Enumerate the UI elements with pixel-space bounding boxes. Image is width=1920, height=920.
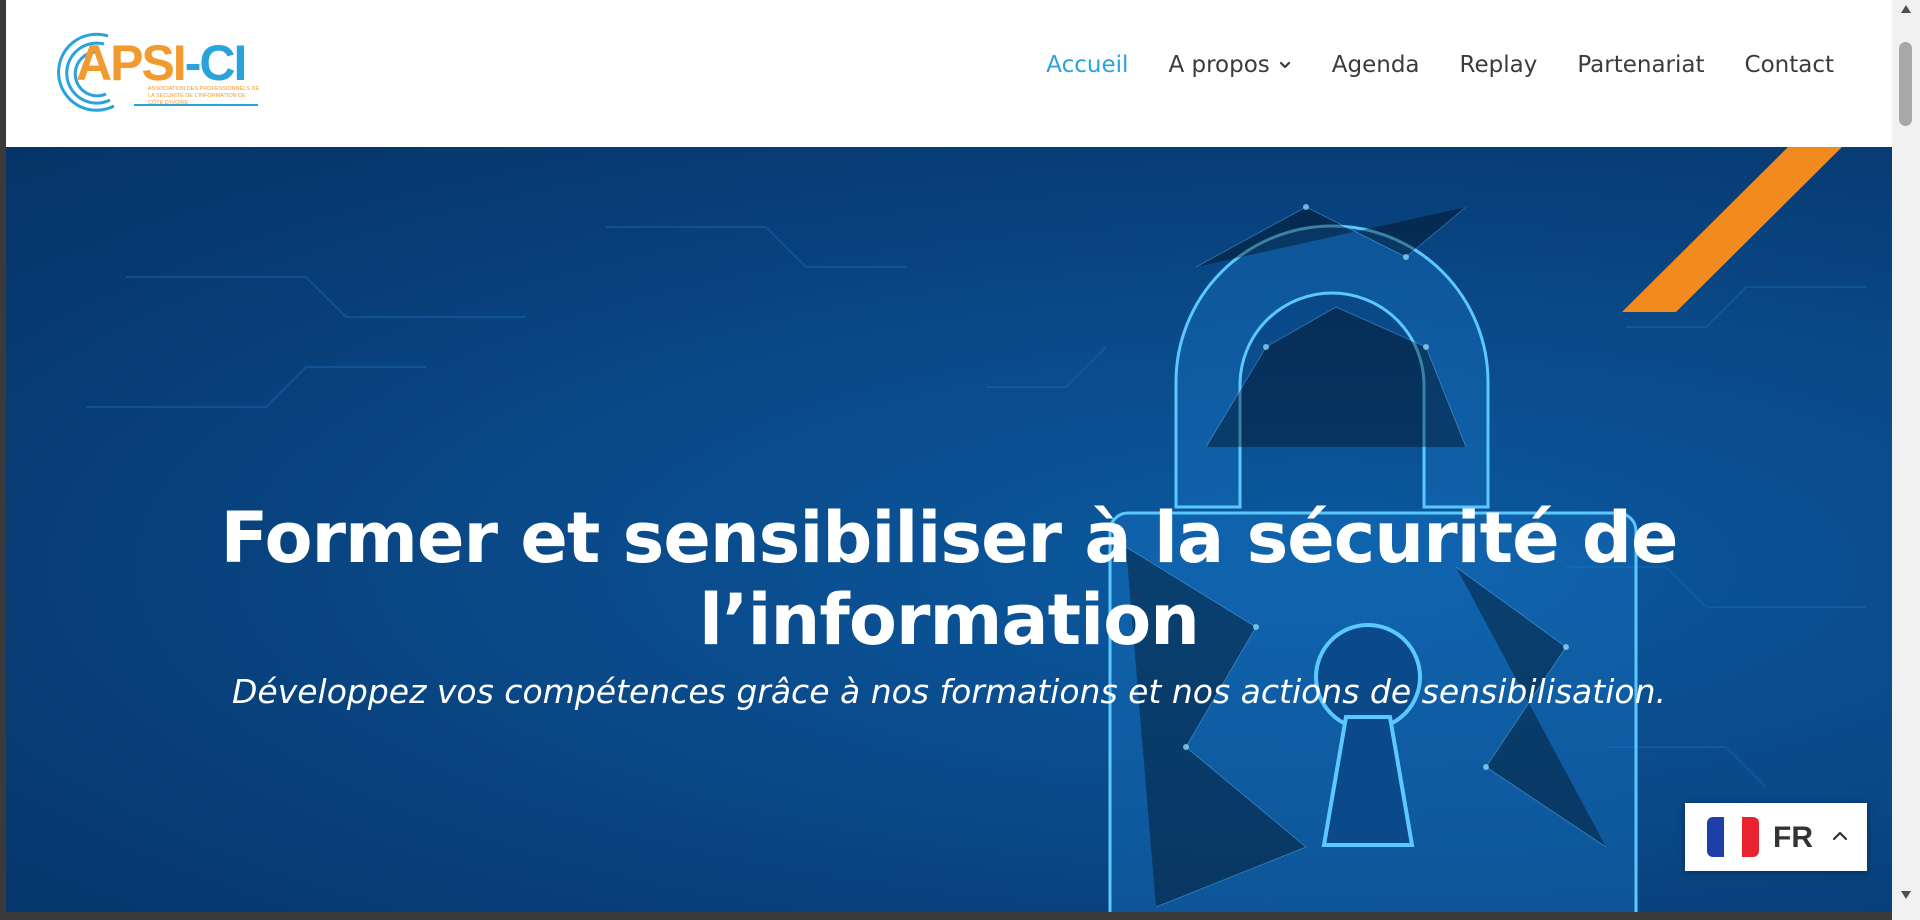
nav-item-label: Agenda bbox=[1331, 52, 1420, 78]
nav-item-replay[interactable]: Replay bbox=[1440, 52, 1558, 78]
language-code: FR bbox=[1773, 821, 1813, 854]
nav-item-a-propos[interactable]: A propos bbox=[1148, 52, 1311, 78]
page-viewport: APSI-CI Association des professionnels d… bbox=[6, 0, 1892, 912]
hero-title-line1: Former et sensibiliser à la sécurité de bbox=[220, 497, 1678, 579]
nav-item-label: Partenariat bbox=[1577, 52, 1705, 78]
logo-wordmark-ci: CI bbox=[199, 35, 247, 91]
site-logo[interactable]: APSI-CI Association des professionnels d… bbox=[46, 22, 266, 122]
logo-wordmark: APSI-CI bbox=[76, 35, 247, 91]
hero-title: Former et sensibiliser à la sécurité de … bbox=[6, 497, 1892, 661]
nav-item-label: Contact bbox=[1744, 52, 1834, 78]
logo-underline bbox=[134, 104, 258, 106]
scroll-down-arrow-icon[interactable] bbox=[1900, 890, 1912, 900]
scroll-up-arrow-icon[interactable] bbox=[1900, 4, 1912, 14]
france-flag-icon bbox=[1707, 817, 1759, 857]
scrollbar-thumb[interactable] bbox=[1899, 42, 1912, 126]
hero-title-line2: l’information bbox=[698, 579, 1200, 661]
site-header: APSI-CI Association des professionnels d… bbox=[6, 0, 1892, 147]
nav-item-label: A propos bbox=[1168, 52, 1270, 78]
hero-subtitle: Développez vos compétences grâce à nos f… bbox=[231, 672, 1666, 711]
nav-item-accueil[interactable]: Accueil bbox=[1026, 52, 1148, 78]
language-switcher[interactable]: FR bbox=[1685, 803, 1867, 871]
main-nav: Accueil A propos Agenda Replay Partenari… bbox=[1026, 52, 1854, 78]
nav-item-contact[interactable]: Contact bbox=[1725, 52, 1854, 78]
hero-section: Former et sensibiliser à la sécurité de … bbox=[6, 147, 1892, 912]
chevron-up-icon bbox=[1832, 831, 1848, 841]
nav-item-agenda[interactable]: Agenda bbox=[1312, 52, 1440, 78]
chevron-down-icon bbox=[1279, 61, 1290, 69]
logo-wordmark-apsi: APSI bbox=[76, 35, 187, 91]
page-scrollbar[interactable] bbox=[1892, 0, 1920, 920]
nav-item-label: Replay bbox=[1459, 52, 1538, 78]
window-bottom-edge bbox=[0, 912, 1892, 920]
nav-item-label: Accueil bbox=[1046, 52, 1129, 78]
nav-item-partenariat[interactable]: Partenariat bbox=[1557, 52, 1724, 78]
